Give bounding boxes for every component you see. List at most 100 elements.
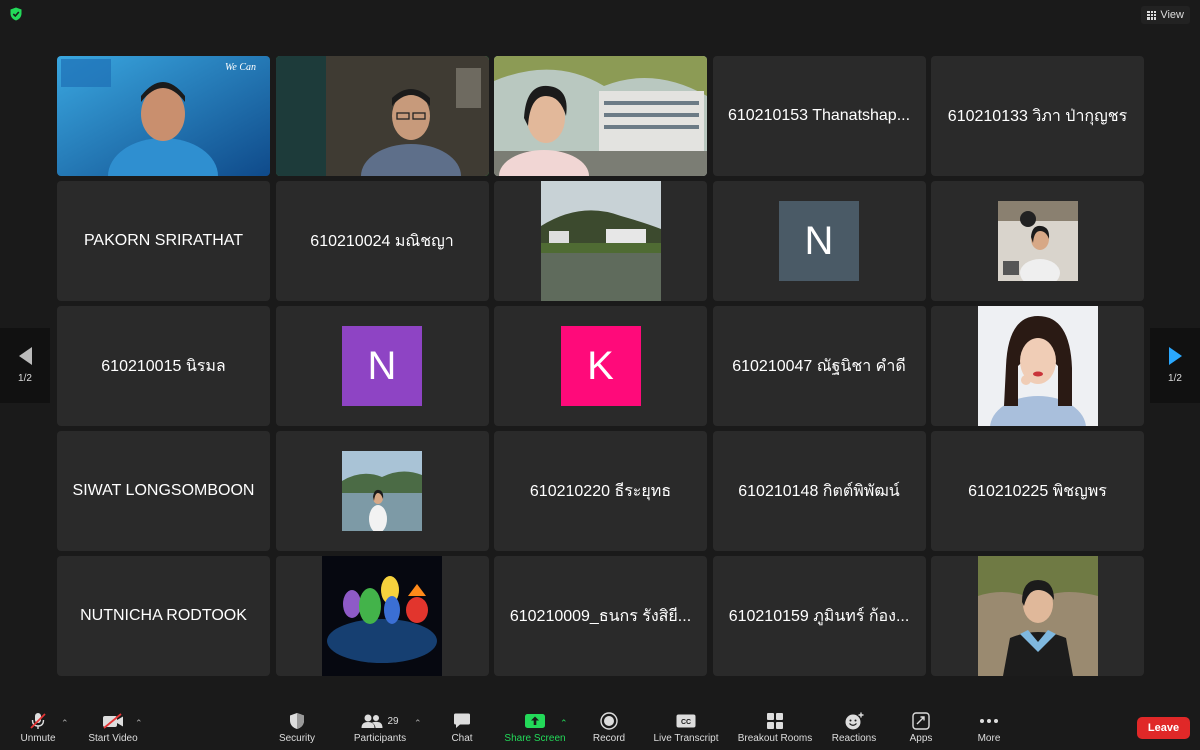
participant-tile-active-speaker[interactable]: [275, 56, 489, 176]
participant-tile[interactable]: K: [494, 306, 707, 426]
reactions-button[interactable]: Reactions: [828, 706, 880, 750]
next-page-button[interactable]: 1/2: [1150, 328, 1200, 403]
view-button[interactable]: View: [1141, 6, 1190, 24]
chevron-up-icon[interactable]: ⌃: [61, 718, 69, 728]
participant-tile[interactable]: 610210047 ณัฐนิชา คำดี: [712, 306, 926, 426]
share-screen-icon: [524, 712, 546, 730]
participant-tile[interactable]: We Can: [57, 56, 270, 176]
participant-name: 610210153 Thanatshap...: [727, 107, 911, 124]
participant-tile[interactable]: PAKORN SRIRATHAT: [57, 181, 270, 301]
more-dots-icon: [979, 712, 999, 730]
record-button[interactable]: Record: [588, 706, 630, 750]
participant-tile[interactable]: [931, 306, 1144, 426]
chevron-up-icon[interactable]: ⌃: [414, 718, 422, 728]
avatar-initial: K: [560, 326, 641, 406]
chat-label: Chat: [451, 733, 473, 744]
participant-name: 610210159 ภูมินทร์ ก้อง...: [728, 607, 910, 625]
avatar-initial: N: [342, 326, 422, 406]
participant-tile[interactable]: [931, 181, 1144, 301]
security-label: Security: [278, 733, 316, 744]
participants-icon: 29: [361, 712, 399, 730]
unmute-button[interactable]: Unmute: [16, 706, 60, 750]
participant-name: SIWAT LONGSOMBOON: [72, 482, 255, 499]
avatar-initial: N: [779, 201, 859, 281]
participant-name: 610210133 วิภา ป่ากุญชร: [947, 107, 1128, 125]
start-video-button[interactable]: Start Video: [82, 706, 144, 750]
more-label: More: [977, 733, 1001, 744]
participant-tile[interactable]: SIWAT LONGSOMBOON: [57, 431, 270, 551]
share-screen-label: Share Screen: [504, 733, 566, 744]
participant-tile[interactable]: 610210133 วิภา ป่ากุญชร: [931, 56, 1144, 176]
more-button[interactable]: More: [970, 706, 1008, 750]
participant-name: 610210024 มณิชญา: [310, 232, 454, 250]
apps-button[interactable]: Apps: [904, 706, 938, 750]
closed-caption-icon: CC: [676, 712, 696, 730]
page-indicator: 1/2: [18, 373, 32, 384]
breakout-rooms-label: Breakout Rooms: [737, 733, 813, 744]
participant-name: 610210009_ธนกร รังสิยี...: [509, 607, 692, 625]
participant-tile[interactable]: [275, 431, 489, 551]
participant-tile[interactable]: N: [275, 306, 489, 426]
participant-tile[interactable]: 610210153 Thanatshap...: [712, 56, 926, 176]
participant-tile[interactable]: [494, 56, 707, 176]
participant-tile[interactable]: 610210015 นิรมล: [57, 306, 270, 426]
previous-page-button[interactable]: 1/2: [0, 328, 50, 403]
svg-text:We Can: We Can: [225, 62, 256, 73]
profile-photo: [997, 201, 1078, 281]
shield-icon[interactable]: [9, 7, 23, 21]
share-screen-button[interactable]: Share Screen: [502, 706, 568, 750]
participant-count: 29: [387, 715, 399, 727]
participant-tile[interactable]: [275, 556, 489, 676]
svg-text:CC: CC: [681, 719, 691, 726]
participant-name: NUTNICHA RODTOOK: [80, 607, 247, 624]
participant-tile[interactable]: 610210009_ธนกร รังสิยี...: [494, 556, 707, 676]
participant-video: [275, 56, 489, 176]
record-label: Record: [592, 733, 626, 744]
participant-tile[interactable]: 610210024 มณิชญา: [275, 181, 489, 301]
security-button[interactable]: Security: [272, 706, 322, 750]
view-label: View: [1160, 9, 1184, 21]
shield-icon: [289, 712, 305, 730]
participant-name: 610210225 พิชญพร: [968, 482, 1107, 500]
participants-button[interactable]: 29 Participants: [348, 706, 412, 750]
reactions-label: Reactions: [831, 733, 877, 744]
participant-tile[interactable]: 610210148 กิตต์พิพัฒน์: [712, 431, 926, 551]
video-camera-off-icon: [102, 712, 124, 730]
participant-name: 610210220 ธีระยุทธ: [529, 482, 672, 500]
participant-video: [494, 56, 707, 176]
meeting-toolbar: Unmute ⌃ Start Video ⌃ Security 29 Parti…: [0, 706, 1200, 750]
participant-name: 610210148 กิตต์พิพัฒน์: [738, 482, 900, 500]
grid-icon: [1147, 10, 1157, 20]
live-transcript-button[interactable]: CC Live Transcript: [650, 706, 722, 750]
chevron-up-icon[interactable]: ⌃: [135, 718, 143, 728]
chevron-right-icon: [1168, 347, 1182, 365]
apps-label: Apps: [909, 733, 933, 744]
profile-photo: [977, 306, 1098, 426]
participant-tile[interactable]: NUTNICHA RODTOOK: [57, 556, 270, 676]
participant-name: 610210015 นิรมล: [101, 357, 226, 375]
participant-tile[interactable]: 610210159 ภูมินทร์ ก้อง...: [712, 556, 926, 676]
chevron-up-icon[interactable]: ⌃: [560, 718, 568, 728]
participant-gallery: We Can 610210153 Thanatshap... 610210133…: [57, 56, 1144, 676]
breakout-rooms-icon: [766, 712, 784, 730]
microphone-muted-icon: [29, 712, 47, 730]
participant-tile[interactable]: 610210225 พิชญพร: [931, 431, 1144, 551]
profile-photo: [322, 556, 442, 676]
emoji-icon: [844, 712, 864, 730]
participant-tile[interactable]: [931, 556, 1144, 676]
start-video-label: Start Video: [88, 733, 138, 744]
participant-name: 610210047 ณัฐนิชา คำดี: [732, 357, 906, 375]
chat-button[interactable]: Chat: [444, 706, 480, 750]
leave-button[interactable]: Leave: [1137, 717, 1190, 739]
participant-name: PAKORN SRIRATHAT: [83, 232, 244, 249]
live-transcript-label: Live Transcript: [653, 733, 719, 744]
unmute-label: Unmute: [20, 733, 56, 744]
participant-tile[interactable]: [494, 181, 707, 301]
participant-video: We Can: [57, 56, 270, 176]
page-indicator: 1/2: [1168, 373, 1182, 384]
participant-tile[interactable]: N: [712, 181, 926, 301]
profile-photo: [342, 451, 422, 531]
participant-tile[interactable]: 610210220 ธีระยุทธ: [494, 431, 707, 551]
record-icon: [600, 712, 618, 730]
breakout-rooms-button[interactable]: Breakout Rooms: [735, 706, 815, 750]
